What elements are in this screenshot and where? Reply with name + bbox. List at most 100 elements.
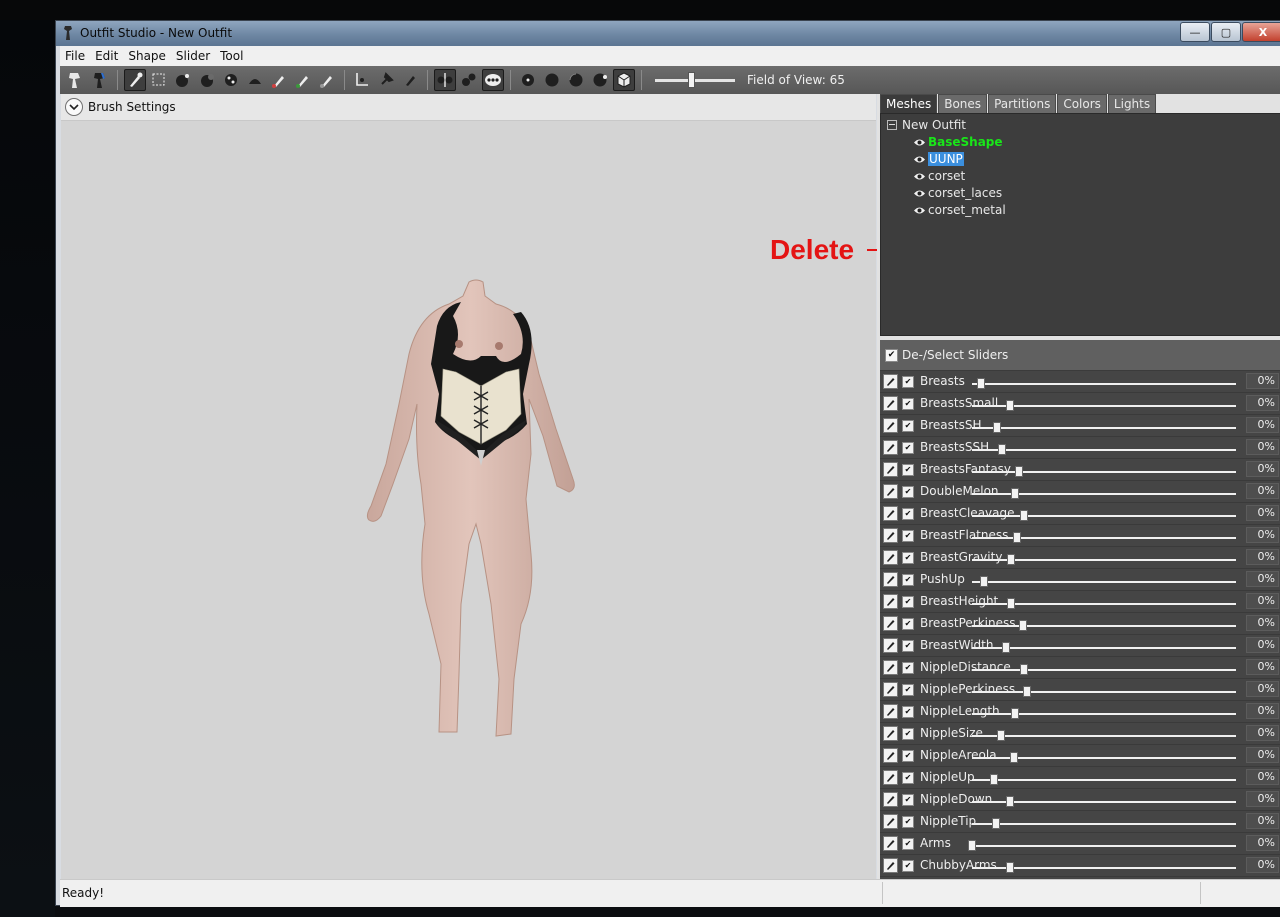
mesh-tree[interactable]: New Outfit BaseShape UUNP corset corset_lac… [880, 113, 1280, 336]
smooth-brush-icon[interactable] [244, 69, 266, 91]
slider-track[interactable] [972, 620, 1236, 631]
eye-icon[interactable] [913, 155, 926, 164]
tab-partitions[interactable]: Partitions [988, 94, 1057, 113]
load-outfit-icon[interactable] [89, 69, 111, 91]
eye-icon[interactable] [913, 138, 926, 147]
slider-thumb[interactable] [1019, 620, 1028, 631]
slider-track[interactable] [972, 862, 1236, 873]
slider-thumb[interactable] [1007, 598, 1016, 609]
slider-thumb[interactable] [1011, 708, 1020, 719]
alpha-brush-icon[interactable] [316, 69, 338, 91]
edit-slider-button[interactable] [883, 726, 898, 741]
slider-checkbox[interactable]: ✔ [902, 816, 914, 828]
slider-value-field[interactable]: 0% [1246, 725, 1279, 741]
slider-value-field[interactable]: 0% [1246, 659, 1279, 675]
slider-checkbox[interactable]: ✔ [902, 574, 914, 586]
edit-slider-button[interactable] [883, 374, 898, 389]
edit-slider-button[interactable] [883, 418, 898, 433]
tab-lights[interactable]: Lights [1107, 94, 1157, 113]
slider-thumb[interactable] [996, 730, 1005, 741]
tree-item-baseshape[interactable]: BaseShape [913, 134, 1003, 150]
deflate-brush-icon[interactable] [196, 69, 218, 91]
edit-slider-button[interactable] [883, 462, 898, 477]
slider-thumb[interactable] [1012, 532, 1021, 543]
eye-icon[interactable] [913, 206, 926, 215]
slider-checkbox[interactable]: ✔ [902, 794, 914, 806]
slider-checkbox[interactable]: ✔ [902, 640, 914, 652]
slider-checkbox[interactable]: ✔ [902, 508, 914, 520]
slider-track[interactable] [972, 664, 1236, 675]
edit-slider-button[interactable] [883, 484, 898, 499]
3d-viewport[interactable]: Brush Settings Delete [61, 94, 948, 879]
slider-checkbox[interactable]: ✔ [902, 552, 914, 564]
tree-item-corset-metal[interactable]: corset_metal [913, 202, 1006, 218]
edit-slider-button[interactable] [883, 748, 898, 763]
slider-thumb[interactable] [968, 840, 977, 851]
slider-value-field[interactable]: 0% [1246, 813, 1279, 829]
chevron-down-icon[interactable] [65, 98, 83, 116]
slider-checkbox[interactable]: ✔ [902, 838, 914, 850]
slider-checkbox[interactable]: ✔ [902, 398, 914, 410]
inflate-brush-icon[interactable] [172, 69, 194, 91]
slider-value-field[interactable]: 0% [1246, 505, 1279, 521]
tree-root[interactable]: New Outfit [887, 117, 966, 133]
slider-checkbox[interactable]: ✔ [902, 596, 914, 608]
slider-value-field[interactable]: 0% [1246, 373, 1279, 389]
slider-value-field[interactable]: 0% [1246, 681, 1279, 697]
slider-track[interactable] [972, 576, 1236, 587]
move-brush-icon[interactable] [220, 69, 242, 91]
slider-thumb[interactable] [990, 774, 999, 785]
slider-checkbox[interactable]: ✔ [902, 486, 914, 498]
select-brush-icon[interactable] [124, 69, 146, 91]
tree-item-corset[interactable]: corset [913, 168, 965, 184]
pivot-icon[interactable] [375, 69, 397, 91]
menu-edit[interactable]: Edit [90, 49, 123, 63]
edit-slider-button[interactable] [883, 638, 898, 653]
slider-track[interactable] [972, 730, 1236, 741]
slider-track[interactable] [972, 752, 1236, 763]
slider-thumb[interactable] [1006, 400, 1015, 411]
slider-track[interactable] [972, 444, 1236, 455]
slider-track[interactable] [972, 466, 1236, 477]
slider-track[interactable] [972, 686, 1236, 697]
edit-slider-button[interactable] [883, 550, 898, 565]
menu-tool[interactable]: Tool [215, 49, 248, 63]
slider-checkbox[interactable]: ✔ [902, 750, 914, 762]
fov-slider-thumb[interactable] [687, 71, 695, 88]
menu-shape[interactable]: Shape [123, 49, 171, 63]
close-button[interactable]: X [1242, 22, 1280, 42]
slider-thumb[interactable] [991, 818, 1000, 829]
slider-track[interactable] [972, 708, 1236, 719]
back-view-icon[interactable] [541, 69, 563, 91]
slider-value-field[interactable]: 0% [1246, 593, 1279, 609]
perspective-icon[interactable] [613, 69, 635, 91]
load-reference-icon[interactable] [65, 69, 87, 91]
slider-track[interactable] [972, 796, 1236, 807]
color-brush-icon[interactable] [292, 69, 314, 91]
select-all-sliders-checkbox[interactable]: ✔ [885, 348, 898, 362]
edit-slider-button[interactable] [883, 836, 898, 851]
slider-value-field[interactable]: 0% [1246, 769, 1279, 785]
slider-thumb[interactable] [1023, 686, 1032, 697]
slider-value-field[interactable]: 0% [1246, 395, 1279, 411]
slider-track[interactable] [972, 488, 1236, 499]
slider-checkbox[interactable]: ✔ [902, 706, 914, 718]
slider-value-field[interactable]: 0% [1246, 747, 1279, 763]
maximize-button[interactable]: ▢ [1211, 22, 1241, 42]
slider-value-field[interactable]: 0% [1246, 637, 1279, 653]
slider-thumb[interactable] [1006, 796, 1015, 807]
slider-thumb[interactable] [998, 444, 1007, 455]
right-view-icon[interactable] [589, 69, 611, 91]
weight-brush-icon[interactable] [268, 69, 290, 91]
edit-slider-button[interactable] [883, 660, 898, 675]
edit-slider-button[interactable] [883, 594, 898, 609]
mask-brush-icon[interactable] [148, 69, 170, 91]
mirror-x-icon[interactable] [434, 69, 456, 91]
slider-checkbox[interactable]: ✔ [902, 684, 914, 696]
slider-value-field[interactable]: 0% [1246, 571, 1279, 587]
tab-colors[interactable]: Colors [1057, 94, 1107, 113]
fov-slider[interactable] [655, 71, 735, 88]
menu-file[interactable]: File [60, 49, 90, 63]
vertex-edit-icon[interactable] [399, 69, 421, 91]
slider-value-field[interactable]: 0% [1246, 615, 1279, 631]
